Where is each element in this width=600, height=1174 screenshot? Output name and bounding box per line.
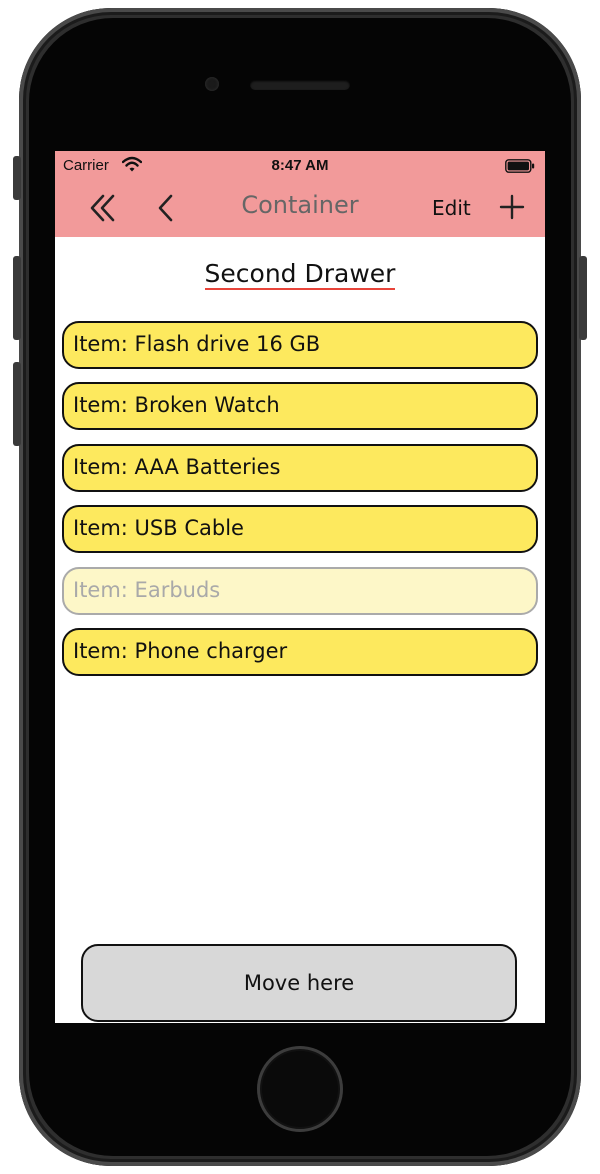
list-item-disabled: Item: Earbuds [62, 566, 538, 615]
power-button [579, 256, 587, 340]
mute-switch [13, 156, 21, 200]
double-chevron-left-icon[interactable] [89, 193, 119, 223]
list-item[interactable]: Item: USB Cable [62, 505, 538, 554]
battery-icon [505, 159, 535, 173]
home-button[interactable] [257, 1046, 343, 1132]
app-screen: Carrier 8:47 AM Container Edit Second Dr… [55, 151, 545, 1023]
drawer-title: Second Drawer [55, 259, 545, 290]
plus-icon[interactable] [499, 194, 525, 220]
volume-up-button [13, 256, 21, 340]
edit-button[interactable]: Edit [432, 196, 471, 220]
page-title: Container [241, 191, 359, 219]
list-item[interactable]: Item: Broken Watch [62, 382, 538, 431]
navigation-bar: Container Edit [55, 181, 545, 237]
list-item[interactable]: Item: AAA Batteries [62, 443, 538, 492]
item-list: Item: Flash drive 16 GB Item: Broken Wat… [62, 321, 538, 689]
list-item[interactable]: Item: Phone charger [62, 627, 538, 676]
move-here-button[interactable]: Move here [81, 944, 517, 1022]
chevron-left-icon[interactable] [155, 193, 177, 223]
drawer-title-text: Second Drawer [204, 259, 396, 290]
status-time: 8:47 AM [271, 157, 329, 174]
volume-down-button [13, 362, 21, 446]
list-item[interactable]: Item: Flash drive 16 GB [62, 321, 538, 369]
earpiece-speaker [250, 80, 350, 90]
front-camera [205, 77, 219, 91]
status-bar: Carrier 8:47 AM [55, 151, 545, 181]
